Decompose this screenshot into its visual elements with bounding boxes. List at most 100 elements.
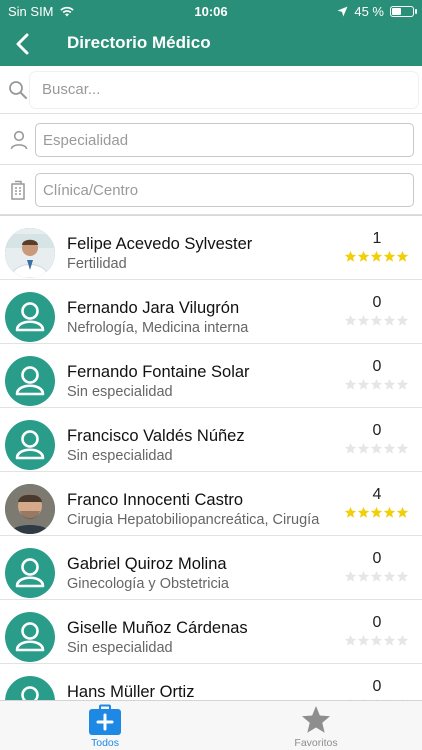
star-icon <box>370 634 383 646</box>
tab-favoritos-label: Favoritos <box>294 737 338 749</box>
doctor-name: Fernando Jara Vilugrón <box>67 299 240 317</box>
star-icon <box>344 634 357 646</box>
star-icon <box>370 442 383 454</box>
location-arrow-icon <box>337 6 348 17</box>
doctor-row[interactable]: Giselle Muñoz Cárdenas Sin especialidad 0 <box>0 600 422 664</box>
doctor-specialty: Nefrología, Medicina interna <box>67 320 249 336</box>
search-bar: Buscar... <box>0 66 422 114</box>
tab-todos[interactable]: Todos <box>45 701 165 750</box>
person-outline-icon <box>10 130 28 150</box>
doctor-name: Francisco Valdés Núñez <box>67 427 245 445</box>
person-icon <box>15 302 45 332</box>
doctor-list: Felipe Acevedo Sylvester Fertilidad 1 Ferna… <box>0 215 422 700</box>
star-icon <box>357 250 370 262</box>
star-icon <box>383 634 396 646</box>
star-icon <box>302 706 330 733</box>
doctor-row[interactable]: Gabriel Quiroz Molina Ginecología y Obste… <box>0 536 422 600</box>
rating-count: 1 <box>372 230 382 247</box>
rating-count: 0 <box>372 550 382 567</box>
star-icon <box>344 250 357 262</box>
star-icon <box>370 506 383 518</box>
star-rating <box>344 442 410 455</box>
rating-count: 0 <box>372 678 382 695</box>
doctor-row[interactable]: Francisco Valdés Núñez Sin especialidad 0 <box>0 408 422 472</box>
doctor-row[interactable]: Fernando Fontaine Solar Sin especialidad 0 <box>0 344 422 408</box>
avatar <box>5 292 55 342</box>
doctor-name: Fernando Fontaine Solar <box>67 363 250 381</box>
star-icon <box>383 442 396 454</box>
avatar <box>5 356 55 406</box>
battery-fill <box>392 8 401 15</box>
battery-percent: 45 % <box>354 4 384 19</box>
rating-count: 4 <box>372 486 382 503</box>
clinic-filter-row: Clínica/Centro <box>0 165 422 215</box>
star-icon <box>344 378 357 390</box>
star-icon <box>357 506 370 518</box>
medical-kit-icon <box>89 704 121 735</box>
doctor-specialty: Ginecología y Obstetricia <box>67 576 229 592</box>
doctor-name: Franco Innocenti Castro <box>67 491 244 509</box>
star-rating <box>344 506 410 519</box>
star-icon <box>357 378 370 390</box>
avatar <box>5 612 55 662</box>
clinic-field[interactable]: Clínica/Centro <box>35 173 414 207</box>
tab-favoritos[interactable]: Favoritos <box>256 701 376 750</box>
avatar <box>5 228 55 278</box>
star-icon <box>344 442 357 454</box>
star-rating <box>344 634 410 647</box>
specialty-filter-row: Especialidad <box>0 115 422 165</box>
person-icon <box>15 430 45 460</box>
star-icon <box>396 634 409 646</box>
building-icon <box>11 180 25 200</box>
doctor-row[interactable]: Fernando Jara Vilugrón Nefrología, Medici… <box>0 280 422 344</box>
star-icon <box>383 570 396 582</box>
star-icon <box>357 314 370 326</box>
person-icon <box>15 622 45 652</box>
star-icon <box>344 506 357 518</box>
doctor-name: Hans Müller Ortiz <box>67 683 195 700</box>
star-icon <box>370 250 383 262</box>
person-icon <box>15 558 45 588</box>
tab-bar: Todos Favoritos <box>0 700 422 750</box>
star-rating <box>344 570 410 583</box>
star-icon <box>383 314 396 326</box>
star-icon <box>396 378 409 390</box>
star-icon <box>370 314 383 326</box>
status-right: 45 % <box>337 4 417 19</box>
star-icon <box>383 378 396 390</box>
star-rating <box>344 250 410 263</box>
doctor-specialty: Fertilidad <box>67 256 127 272</box>
avatar <box>5 420 55 470</box>
doctor-name: Gabriel Quiroz Molina <box>67 555 227 573</box>
star-icon <box>383 250 396 262</box>
person-icon <box>15 366 45 396</box>
doctor-photo <box>5 228 55 278</box>
star-icon <box>344 314 357 326</box>
star-icon <box>396 506 409 518</box>
rating-count: 0 <box>372 294 382 311</box>
search-icon <box>9 81 27 99</box>
star-icon <box>357 570 370 582</box>
doctor-specialty: Sin especialidad <box>67 448 173 464</box>
doctor-row[interactable]: Hans Müller Ortiz 0 <box>0 664 422 700</box>
doctor-photo <box>5 484 55 534</box>
doctor-row[interactable]: Felipe Acevedo Sylvester Fertilidad 1 <box>0 216 422 280</box>
search-input[interactable]: Buscar... <box>30 72 418 108</box>
avatar <box>5 484 55 534</box>
star-icon <box>370 570 383 582</box>
doctor-row[interactable]: Franco Innocenti Castro Cirugia Hepatobil… <box>0 472 422 536</box>
star-icon <box>396 570 409 582</box>
star-icon <box>344 570 357 582</box>
star-icon <box>357 634 370 646</box>
navigation-bar: Directorio Médico <box>0 22 422 66</box>
doctor-name: Giselle Muñoz Cárdenas <box>67 619 248 637</box>
star-rating <box>344 314 410 327</box>
doctor-specialty: Sin especialidad <box>67 384 173 400</box>
star-icon <box>357 442 370 454</box>
status-bar: Sin SIM 10:06 45 % <box>0 0 422 22</box>
specialty-field[interactable]: Especialidad <box>35 123 414 157</box>
star-rating <box>344 378 410 391</box>
chevron-left-icon <box>16 33 29 55</box>
back-button[interactable] <box>8 28 36 60</box>
star-icon <box>396 442 409 454</box>
